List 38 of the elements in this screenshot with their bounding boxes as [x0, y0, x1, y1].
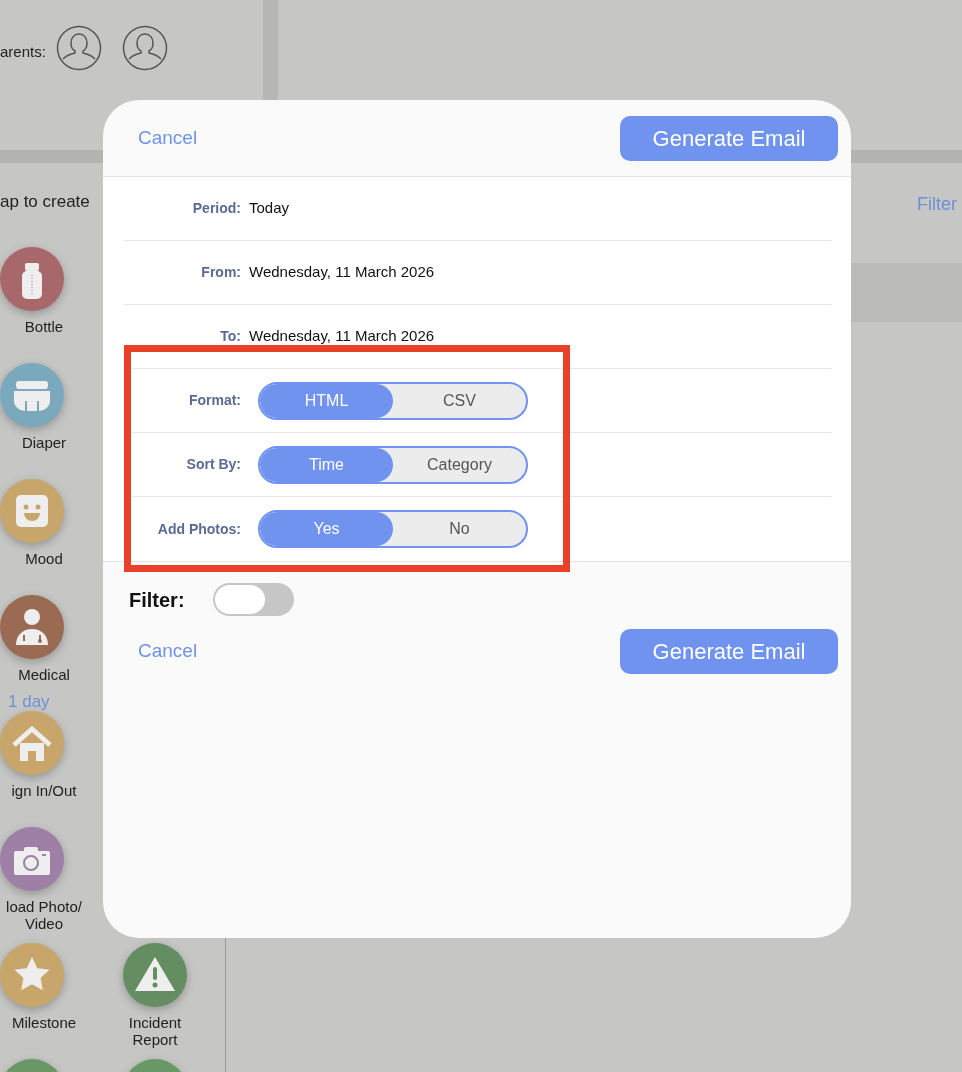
segment-option[interactable]: No [393, 512, 526, 546]
field-label: Format: [187, 391, 241, 410]
category-label: ign In/Out [10, 782, 78, 799]
category-button[interactable] [0, 247, 64, 311]
segmented-control[interactable]: Time Category [258, 445, 528, 484]
category-label: load Photo/ Video [5, 898, 83, 932]
field-value[interactable]: Today [249, 197, 290, 220]
category-label: Bottle [23, 318, 65, 335]
category-label: Mood [24, 550, 64, 567]
segment-option[interactable]: CSV [393, 383, 526, 418]
avatar-icon [55, 25, 102, 71]
category-label: Milestone [10, 1014, 78, 1031]
field-value[interactable]: Wednesday, 11 March 2026 [249, 261, 435, 284]
field-value[interactable]: Wednesday, 11 March 2026 [249, 325, 435, 348]
segmented-control[interactable]: Yes No [258, 510, 528, 548]
category-label: Incident Report [127, 1014, 183, 1048]
hint-text: ap to create [0, 191, 90, 213]
field-label: Sort By: [185, 455, 241, 474]
avatar-icon [121, 25, 168, 71]
category-button[interactable] [0, 711, 64, 775]
filter-switch[interactable] [212, 583, 294, 616]
segmented-control[interactable]: HTML CSV [258, 381, 528, 420]
category-label: Diaper [20, 434, 68, 451]
category-button[interactable] [0, 827, 64, 891]
field-label: Period: [191, 199, 241, 218]
segment-option[interactable]: Category [393, 447, 526, 482]
category-label: Medical [17, 666, 71, 683]
day-label: 1 day [8, 693, 50, 711]
category-button[interactable] [123, 943, 187, 1007]
category-button[interactable] [0, 943, 64, 1007]
field-label: From: [200, 263, 241, 282]
parents-label: arents: [0, 42, 46, 62]
category-button[interactable] [0, 479, 64, 543]
category-button[interactable] [0, 595, 64, 659]
field-label: To: [219, 327, 241, 346]
category-button[interactable] [0, 363, 64, 427]
field-label: Add Photos: [156, 519, 241, 539]
filter-label: Filter: [129, 587, 185, 613]
